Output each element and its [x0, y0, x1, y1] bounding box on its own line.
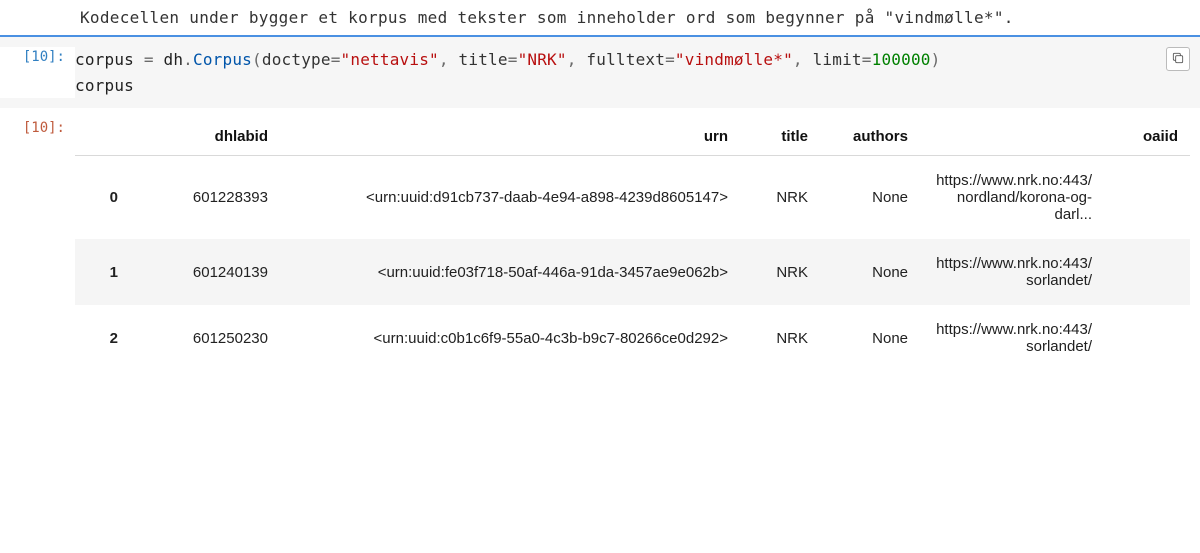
code-token-comma: ,: [793, 50, 813, 69]
row-index: 0: [75, 156, 130, 240]
table-header-authors: authors: [820, 118, 920, 156]
cell-title: NRK: [740, 305, 820, 371]
code-cell[interactable]: [10]: corpus = dh.Corpus(doctype="nettav…: [0, 35, 1200, 108]
input-prompt-label: [10]:: [23, 49, 65, 98]
table-header-oaiid: oaiid: [920, 118, 1190, 156]
cell-title: NRK: [740, 156, 820, 240]
cell-oaiid: https://www.nrk.no:443/sorlandet/: [920, 305, 1190, 371]
code-token-kwarg: fulltext: [586, 50, 665, 69]
input-prompt: [10]:: [0, 47, 75, 98]
code-editor[interactable]: corpus = dh.Corpus(doctype="nettavis", t…: [75, 47, 1200, 98]
cell-urn: <urn:uuid:c0b1c6f9-55a0-4c3b-b9c7-80266c…: [280, 305, 740, 371]
code-token-comma: ,: [567, 50, 587, 69]
code-token-string: "vindmølle*": [675, 50, 793, 69]
cell-oaiid: https://www.nrk.no:443/nordland/korona-o…: [920, 156, 1190, 240]
table-header-index: [75, 118, 130, 156]
code-token-string: "nettavis": [341, 50, 439, 69]
code-token-kwarg: limit: [813, 50, 862, 69]
row-index: 2: [75, 305, 130, 371]
copy-icon: [1171, 51, 1185, 68]
cell-title: NRK: [740, 239, 820, 305]
code-token-assign: =: [862, 50, 872, 69]
copy-button[interactable]: [1166, 47, 1190, 71]
code-token-class: Corpus: [193, 50, 252, 69]
markdown-cell: Kodecellen under bygger et korpus med te…: [0, 0, 1200, 35]
code-token-kwarg: title: [459, 50, 508, 69]
code-token-kwarg: doctype: [262, 50, 331, 69]
table-header-dhlabid: dhlabid: [130, 118, 280, 156]
code-token-assign: =: [331, 50, 341, 69]
code-token-dot: .: [183, 50, 193, 69]
cell-urn: <urn:uuid:d91cb737-daab-4e94-a898-4239d8…: [280, 156, 740, 240]
cell-oaiid: https://www.nrk.no:443/sorlandet/: [920, 239, 1190, 305]
code-token-comma: ,: [439, 50, 459, 69]
code-token-string: "NRK": [518, 50, 567, 69]
code-token-operator: =: [134, 50, 164, 69]
row-index: 1: [75, 239, 130, 305]
cell-authors: None: [820, 156, 920, 240]
output-area: dhlabid urn title authors oaiid 0 601228…: [75, 118, 1200, 371]
cell-oaiid-text: https://www.nrk.no:443/nordland/korona-o…: [932, 172, 1092, 223]
code-token-assign: =: [665, 50, 675, 69]
cell-oaiid-text: https://www.nrk.no:443/sorlandet/: [932, 321, 1092, 355]
table-header-row: dhlabid urn title authors oaiid: [75, 118, 1190, 156]
table-header-title: title: [740, 118, 820, 156]
table-row: 0 601228393 <urn:uuid:d91cb737-daab-4e94…: [75, 156, 1190, 240]
cell-oaiid-text: https://www.nrk.no:443/sorlandet/: [932, 255, 1092, 289]
markdown-text: Kodecellen under bygger et korpus med te…: [80, 8, 1014, 27]
output-prompt-label: [10]:: [23, 120, 65, 371]
cell-urn: <urn:uuid:fe03f718-50af-446a-91da-3457ae…: [280, 239, 740, 305]
cell-authors: None: [820, 305, 920, 371]
code-token-variable: corpus: [75, 50, 134, 69]
cell-dhlabid: 601250230: [130, 305, 280, 371]
code-token-paren: ): [931, 50, 941, 69]
dataframe-table: dhlabid urn title authors oaiid 0 601228…: [75, 118, 1190, 371]
cell-dhlabid: 601240139: [130, 239, 280, 305]
code-token-module: dh: [164, 50, 184, 69]
output-prompt: [10]:: [0, 118, 75, 371]
code-token-paren: (: [252, 50, 262, 69]
table-row: 2 601250230 <urn:uuid:c0b1c6f9-55a0-4c3b…: [75, 305, 1190, 371]
cell-authors: None: [820, 239, 920, 305]
code-token-variable: corpus: [75, 76, 134, 95]
code-token-assign: =: [508, 50, 518, 69]
cell-dhlabid: 601228393: [130, 156, 280, 240]
table-row: 1 601240139 <urn:uuid:fe03f718-50af-446a…: [75, 239, 1190, 305]
output-cell: [10]: dhlabid urn title authors oaiid 0 …: [0, 108, 1200, 371]
table-header-urn: urn: [280, 118, 740, 156]
code-token-number: 100000: [872, 50, 931, 69]
